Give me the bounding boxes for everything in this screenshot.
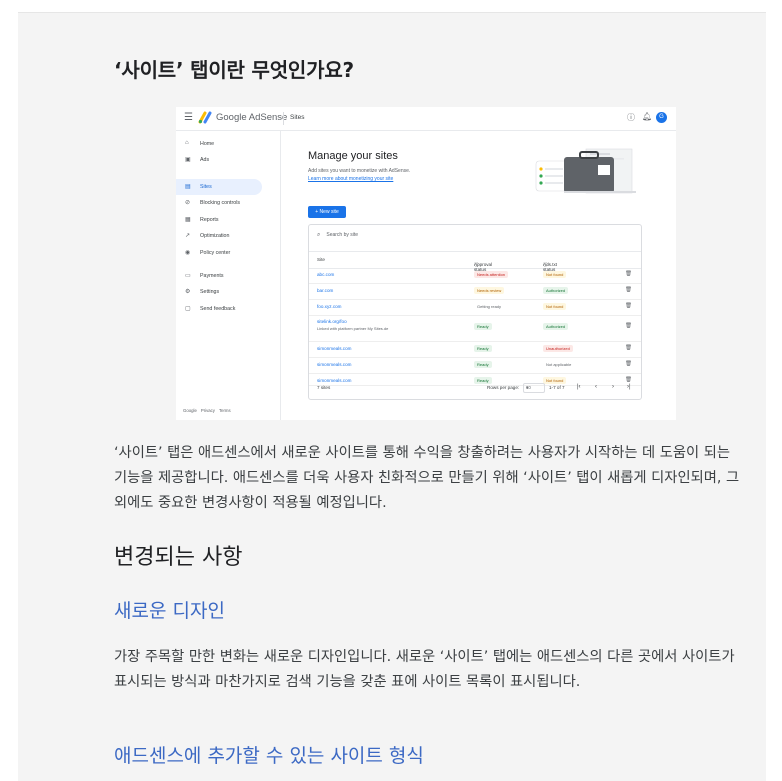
- table-row: bar.com Needs review Authorized 🗑︎: [309, 283, 641, 300]
- sidebar-footer: Google Privacy Terms: [183, 408, 231, 413]
- sites-icon: ▤: [185, 184, 191, 190]
- sidebar-item-sites[interactable]: ▤ Sites: [176, 179, 262, 195]
- sidebar-item-settings[interactable]: ⚙ Settings: [176, 284, 262, 300]
- search-icon: ⌕: [317, 232, 321, 238]
- adsense-sidebar: ⌂ Home ▣ Ads ▤ Sites ⊘ Blocking controls ▦ Re…: [176, 131, 281, 420]
- avatar: G: [656, 112, 667, 123]
- total-count: 7 sites: [317, 385, 331, 390]
- feedback-icon: ▢: [185, 306, 191, 312]
- ads-txt-status-badge: Unauthorized: [543, 345, 573, 352]
- reports-icon: ▦: [185, 217, 191, 223]
- site-search-input[interactable]: ⌕ Search by site: [317, 232, 358, 239]
- table-row: simonmeals.com Ready Not applicable 🗑︎: [309, 357, 641, 374]
- ads-txt-status-badge: Not found: [543, 377, 567, 384]
- site-link[interactable]: simonmeals.com: [317, 362, 351, 367]
- adsense-brand: Google AdSense: [216, 112, 288, 123]
- help-icon: ⓘ: [627, 113, 635, 122]
- delete-icon[interactable]: 🗑︎: [625, 323, 632, 329]
- approval-status-badge: Getting ready: [474, 303, 505, 310]
- changes-heading: 변경되는 사항: [114, 545, 243, 570]
- site-link[interactable]: sitelink.org/foo: [317, 319, 347, 324]
- ads-icon: ▣: [185, 157, 191, 163]
- learn-more-link[interactable]: Learn more about monetizing your site: [308, 176, 393, 182]
- approval-status-badge: Ready: [474, 345, 492, 352]
- sites-subtitle: Add sites you want to monetize with AdSe…: [308, 168, 411, 174]
- ads-txt-status-badge: Authorized: [543, 323, 569, 330]
- table-row: sitelink.org/foo Linked with platform par…: [309, 315, 641, 342]
- new-site-button[interactable]: + New site: [308, 206, 346, 218]
- delete-icon[interactable]: 🗑︎: [625, 287, 632, 293]
- approval-status-badge: Ready: [474, 377, 492, 384]
- sidebar-item-payments[interactable]: ▭ Payments: [176, 268, 262, 284]
- approval-status-badge: Needs review: [474, 287, 505, 294]
- policy-icon: ◉: [185, 250, 191, 256]
- sidebar-item-blocking-controls[interactable]: ⊘ Blocking controls: [176, 195, 262, 211]
- delete-icon[interactable]: 🗑︎: [625, 303, 632, 309]
- article-card: ‘사이트’ 탭이란 무엇인가요? ☰ Google AdSense Sites …: [18, 12, 766, 781]
- intro-paragraph: ‘사이트’ 탭은 애드센스에서 새로운 사이트를 통해 수익을 창출하려는 사용…: [114, 445, 740, 511]
- home-icon: ⌂: [185, 140, 189, 146]
- approval-status-badge: Needs attention: [474, 271, 509, 278]
- page-range: 1-7 of 7: [549, 385, 565, 390]
- table-row: foo.xyz.com Getting ready Not found 🗑︎: [309, 299, 641, 316]
- site-subtitle: Linked with platform partner My Sites.de: [317, 326, 389, 331]
- site-link[interactable]: abc.com: [317, 272, 334, 277]
- sidebar-item-optimization[interactable]: ↗ Optimization: [176, 228, 262, 244]
- column-site: Site: [317, 257, 325, 262]
- adsense-topbar: ☰ Google AdSense Sites ⓘ 🔔︎ G: [176, 107, 676, 131]
- briefcase-illustration: [535, 148, 636, 194]
- delete-icon[interactable]: 🗑︎: [625, 377, 632, 383]
- block-icon: ⊘: [185, 200, 191, 206]
- site-link[interactable]: foo.xyz.com: [317, 304, 342, 309]
- table-row: simonmeals.com Ready Unauthorized 🗑︎: [309, 341, 641, 358]
- delete-icon[interactable]: 🗑︎: [625, 361, 632, 367]
- sites-heading: Manage your sites: [308, 150, 398, 162]
- new-design-subheading: 새로운 디자인: [114, 600, 225, 622]
- delete-icon[interactable]: 🗑︎: [625, 271, 632, 277]
- ads-txt-status-badge: Not found: [543, 271, 567, 278]
- sidebar-item-ads[interactable]: ▣ Ads: [176, 152, 262, 168]
- site-link[interactable]: simonmeals.com: [317, 378, 351, 383]
- first-page-icon[interactable]: |‹: [577, 384, 581, 390]
- site-link[interactable]: bar.com: [317, 288, 333, 293]
- prev-page-icon[interactable]: ‹: [595, 384, 597, 390]
- table-row: simonmeals.com Ready Not found 🗑︎: [309, 373, 641, 386]
- topbar-divider: [283, 112, 284, 125]
- last-page-icon[interactable]: ›|: [627, 384, 631, 390]
- site-link[interactable]: simonmeals.com: [317, 346, 351, 351]
- sidebar-item-reports[interactable]: ▦ Reports: [176, 212, 262, 228]
- next-page-icon[interactable]: ›: [612, 384, 614, 390]
- breadcrumb: Sites: [290, 114, 305, 121]
- article-title: ‘사이트’ 탭이란 무엇인가요?: [114, 58, 354, 82]
- optimization-icon: ↗: [185, 233, 191, 239]
- payments-icon: ▭: [185, 273, 191, 279]
- ads-txt-status-badge: Authorized: [543, 287, 569, 294]
- rows-per-page-select[interactable]: 10 ▾: [523, 383, 545, 393]
- menu-icon: ☰: [184, 112, 193, 123]
- sidebar-item-send-feedback[interactable]: ▢ Send feedback: [176, 301, 262, 317]
- design-paragraph: 가장 주목할 만한 변화는 새로운 디자인입니다. 새로운 ‘사이트’ 탭에는 …: [114, 649, 735, 690]
- settings-icon: ⚙: [185, 289, 191, 295]
- delete-icon[interactable]: 🗑︎: [625, 345, 632, 351]
- table-row: abc.com Needs attention Not found 🗑︎: [309, 267, 641, 284]
- ads-txt-status-badge: Not found: [543, 303, 567, 310]
- approval-status-badge: Ready: [474, 323, 492, 330]
- sidebar-item-home[interactable]: ⌂ Home: [176, 136, 262, 152]
- sites-table: ⌕ Search by site Site Approval status ⓘ A…: [308, 224, 642, 400]
- adsense-logo-icon: [198, 111, 212, 124]
- ads-txt-status-badge: Not applicable: [543, 361, 575, 368]
- bell-icon: 🔔︎: [642, 112, 653, 121]
- site-formats-subheading: 애드센스에 추가할 수 있는 사이트 형식: [114, 745, 424, 767]
- sidebar-item-policy-center[interactable]: ◉ Policy center: [176, 245, 262, 261]
- approval-status-badge: Ready: [474, 361, 492, 368]
- adsense-screenshot: ☰ Google AdSense Sites ⓘ 🔔︎ G ⌂ Home ▣ Ads…: [176, 107, 676, 420]
- rows-per-page-label: Rows per page:: [487, 385, 520, 390]
